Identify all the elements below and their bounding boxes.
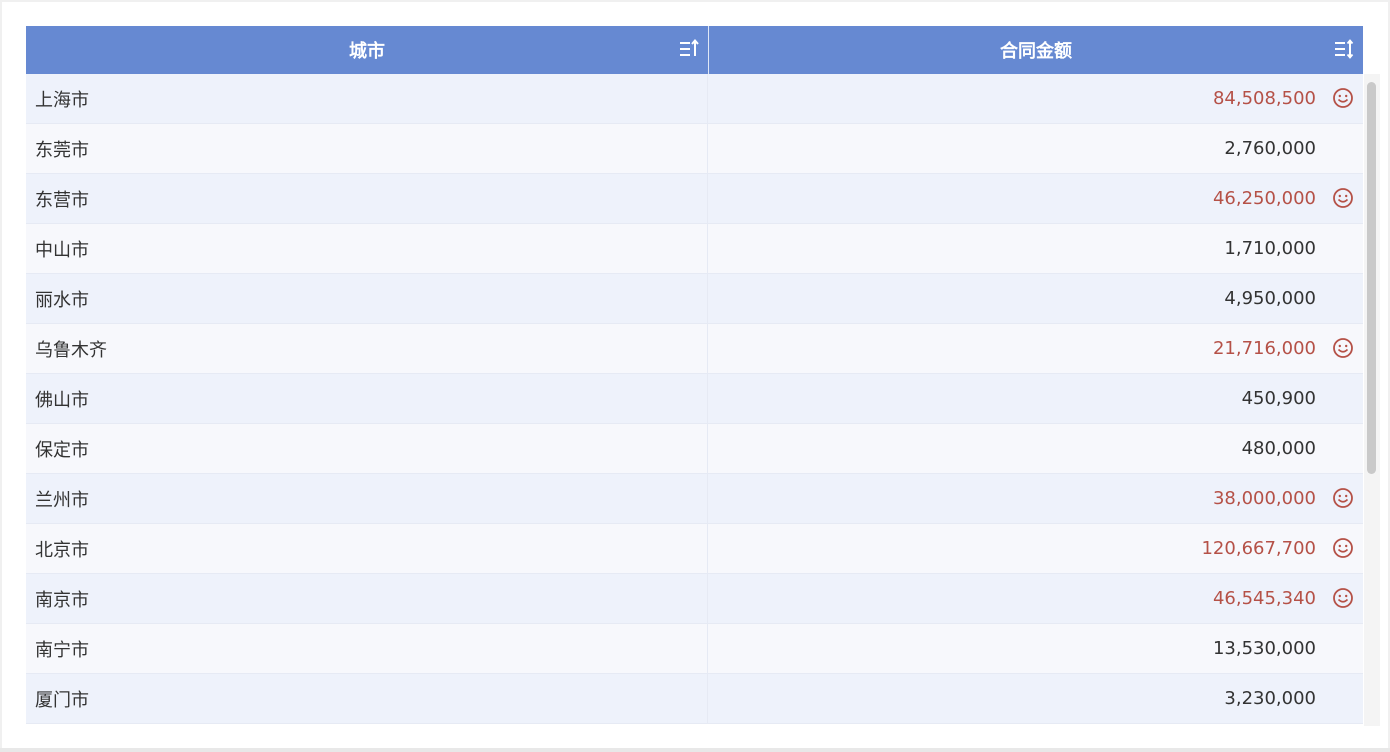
cell-amount-value: 84,508,500: [1212, 88, 1316, 109]
cell-city: 保定市: [26, 424, 708, 473]
table-row[interactable]: 东莞市 2,760,000: [26, 124, 1363, 174]
cell-amount-value: 46,250,000: [1212, 188, 1316, 209]
smiley-icon: [1333, 88, 1353, 108]
table-body: 上海市 84,508,500 东莞市 2,760,000 东营市 46,250,000 中山…: [26, 74, 1363, 724]
cell-city: 北京市: [26, 524, 708, 573]
table-row[interactable]: 保定市 480,000: [26, 424, 1363, 474]
cell-city: 兰州市: [26, 474, 708, 523]
column-header-amount-label: 合同金额: [1000, 41, 1072, 62]
table-row[interactable]: 上海市 84,508,500: [26, 74, 1363, 124]
smiley-icon: [1333, 588, 1353, 608]
cell-city: 南京市: [26, 574, 708, 623]
table-row[interactable]: 兰州市 38,000,000: [26, 474, 1363, 524]
data-table: 城市 合同金额 上海市 84,508,500 东莞市 2,760,000 东营市 46,2…: [26, 26, 1363, 726]
table-header: 城市 合同金额: [26, 26, 1363, 74]
cell-amount-value: 1,710,000: [1224, 238, 1316, 259]
cell-city: 中山市: [26, 224, 708, 273]
cell-amount: 480,000: [708, 424, 1362, 473]
table-row[interactable]: 北京市 120,667,700: [26, 524, 1363, 574]
smiley-icon: [1333, 338, 1353, 358]
cell-city: 厦门市: [26, 674, 708, 723]
table-row[interactable]: 南京市 46,545,340: [26, 574, 1363, 624]
table-row[interactable]: 南宁市 13,530,000: [26, 624, 1363, 674]
column-header-amount[interactable]: 合同金额: [709, 26, 1363, 74]
cell-city: 佛山市: [26, 374, 708, 423]
cell-amount: 450,900: [708, 374, 1362, 423]
bottom-divider: [0, 748, 1390, 752]
column-header-city-label: 城市: [349, 41, 385, 62]
cell-amount: 4,950,000: [708, 274, 1362, 323]
cell-amount-value: 480,000: [1241, 438, 1316, 459]
cell-amount: 120,667,700: [708, 524, 1362, 573]
cell-amount: 38,000,000: [708, 474, 1362, 523]
cell-amount: 2,760,000: [708, 124, 1362, 173]
cell-amount: 1,710,000: [708, 224, 1362, 273]
table-row[interactable]: 东营市 46,250,000: [26, 174, 1363, 224]
cell-amount-value: 3,230,000: [1224, 688, 1316, 709]
table-row[interactable]: 佛山市 450,900: [26, 374, 1363, 424]
cell-amount: 46,545,340: [708, 574, 1362, 623]
smiley-icon: [1333, 488, 1353, 508]
sort-ascending-icon[interactable]: [678, 38, 700, 60]
column-header-city[interactable]: 城市: [26, 26, 709, 74]
cell-city: 东营市: [26, 174, 708, 223]
sort-both-icon[interactable]: [1333, 38, 1355, 60]
cell-amount-value: 4,950,000: [1224, 288, 1316, 309]
cell-city: 东莞市: [26, 124, 708, 173]
cell-city: 上海市: [26, 74, 708, 123]
cell-amount-value: 13,530,000: [1212, 638, 1316, 659]
table-row[interactable]: 厦门市 3,230,000: [26, 674, 1363, 724]
cell-amount-value: 2,760,000: [1224, 138, 1316, 159]
cell-amount-value: 38,000,000: [1212, 488, 1316, 509]
cell-amount-value: 450,900: [1241, 388, 1316, 409]
cell-amount-value: 120,667,700: [1201, 538, 1316, 559]
cell-amount-value: 46,545,340: [1212, 588, 1316, 609]
cell-city: 丽水市: [26, 274, 708, 323]
table-row[interactable]: 中山市 1,710,000: [26, 224, 1363, 274]
cell-amount: 84,508,500: [708, 74, 1362, 123]
table-row[interactable]: 乌鲁木齐 21,716,000: [26, 324, 1363, 374]
cell-amount: 3,230,000: [708, 674, 1362, 723]
scrollbar-thumb[interactable]: [1367, 82, 1376, 474]
smiley-icon: [1333, 538, 1353, 558]
cell-city: 乌鲁木齐: [26, 324, 708, 373]
cell-amount-value: 21,716,000: [1212, 338, 1316, 359]
cell-city: 南宁市: [26, 624, 708, 673]
cell-amount: 13,530,000: [708, 624, 1362, 673]
smiley-icon: [1333, 188, 1353, 208]
cell-amount: 46,250,000: [708, 174, 1362, 223]
table-row[interactable]: 丽水市 4,950,000: [26, 274, 1363, 324]
cell-amount: 21,716,000: [708, 324, 1362, 373]
